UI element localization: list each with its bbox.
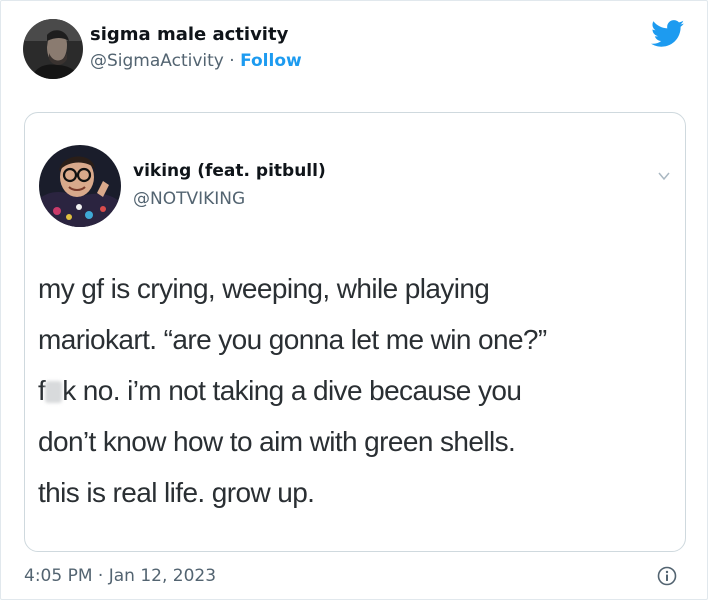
author-handle-row: @SigmaActivity · Follow (90, 51, 302, 71)
tweet-line: don’t know how to aim with green shells. (38, 426, 516, 457)
tweet-line: my gf is crying, weeping, while playing (38, 273, 490, 304)
censored-word-prefix: f (38, 375, 46, 406)
author-name[interactable]: sigma male activity (90, 24, 288, 45)
line-rest: k no. i’m not taking a dive because you (62, 375, 522, 406)
tweet-timestamp[interactable]: 4:05 PM · Jan 12, 2023 (24, 566, 216, 586)
censor-blur (45, 381, 63, 403)
tweet-line: mariokart. “are you gonna let me win one… (38, 324, 547, 355)
tweet-line: f k no. i’m not taking a dive because you (38, 365, 678, 416)
quoted-author-handle[interactable]: @NOTVIKING (133, 189, 245, 209)
author-avatar[interactable] (23, 19, 83, 79)
chevron-down-icon[interactable] (657, 169, 671, 183)
quoted-tweet-text: my gf is crying, weeping, while playing … (38, 263, 678, 518)
info-icon[interactable] (657, 566, 677, 586)
separator-dot: · (229, 51, 235, 71)
tweet-line: this is real life. grow up. (38, 477, 315, 508)
twitter-bird-icon[interactable] (651, 20, 685, 48)
follow-button[interactable]: Follow (240, 51, 302, 71)
quoted-tweet-card[interactable]: viking (feat. pitbull) @NOTVIKING my gf … (24, 112, 686, 552)
author-handle[interactable]: @SigmaActivity (90, 51, 224, 71)
quoted-author-name[interactable]: viking (feat. pitbull) (133, 161, 326, 181)
quoted-author-avatar[interactable] (39, 145, 121, 227)
